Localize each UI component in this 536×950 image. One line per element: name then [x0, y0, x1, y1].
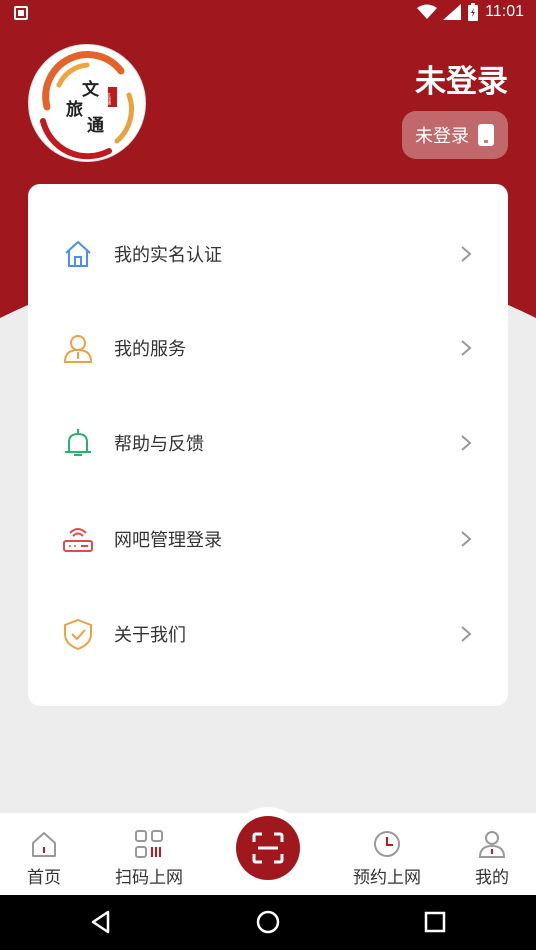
menu-label: 帮助与反馈 [114, 433, 204, 455]
tab-label: 首页 [27, 868, 61, 888]
chevron-right-icon [461, 625, 472, 642]
chevron-right-icon [461, 530, 472, 547]
scan-icon [252, 832, 284, 864]
phone-icon [478, 124, 494, 146]
menu-card: 我的实名认证 我的服务 帮助与反馈 网吧管理登录 关于我们 [28, 184, 508, 706]
chevron-right-icon [461, 434, 472, 451]
home-icon [65, 240, 91, 267]
login-button-label: 未登录 [415, 126, 469, 147]
wifi-icon [417, 4, 438, 19]
tab-label: 我的 [475, 868, 509, 888]
qr-icon [135, 830, 163, 858]
menu-item-my-services[interactable]: 我的服务 [28, 300, 508, 395]
system-nav-bar [0, 895, 536, 950]
shield-icon [64, 618, 92, 650]
app-logo: 文 旅 通 文旅通 [28, 44, 146, 162]
scan-button[interactable] [236, 816, 300, 880]
tab-label: 预约上网 [353, 868, 421, 888]
clock-icon [374, 831, 400, 857]
status-bar: 11:01 [0, 0, 536, 26]
home-button-icon[interactable] [255, 909, 281, 935]
house-icon [32, 832, 56, 857]
logo-seal: 文旅通 [107, 92, 112, 106]
chevron-right-icon [461, 339, 472, 356]
recents-icon[interactable] [422, 909, 448, 935]
menu-item-about-us[interactable]: 关于我们 [28, 586, 508, 681]
menu-label: 关于我们 [114, 624, 186, 646]
signal-icon [443, 4, 462, 20]
menu-label: 网吧管理登录 [114, 529, 222, 551]
bell-icon [65, 428, 91, 456]
tab-scan-online[interactable]: 扫码上网 [108, 813, 190, 895]
svg-text:通: 通 [87, 116, 104, 136]
menu-item-real-name[interactable]: 我的实名认证 [28, 206, 508, 301]
back-icon[interactable] [88, 909, 114, 935]
notification-icon [14, 6, 28, 20]
tab-home[interactable]: 首页 [18, 813, 70, 895]
svg-text:旅: 旅 [66, 99, 83, 120]
status-time: 11:01 [485, 3, 524, 20]
person-icon [478, 831, 506, 858]
user-icon [63, 334, 93, 363]
menu-item-cafe-admin-login[interactable]: 网吧管理登录 [28, 491, 508, 586]
menu-label: 我的实名认证 [114, 244, 222, 266]
svg-text:文: 文 [82, 79, 100, 100]
login-status-title: 未登录 [415, 64, 508, 100]
login-button[interactable]: 未登录 [402, 111, 508, 159]
tab-reserve-online[interactable]: 预约上网 [346, 813, 428, 895]
chevron-right-icon [461, 245, 472, 262]
tab-label: 扫码上网 [115, 868, 183, 888]
logo-swirl-icon: 文 旅 通 文旅通 [40, 51, 134, 160]
tab-mine[interactable]: 我的 [466, 813, 518, 895]
battery-icon [468, 3, 479, 21]
menu-label: 我的服务 [114, 338, 186, 360]
router-icon [63, 527, 93, 552]
status-icons: 11:01 [417, 3, 524, 21]
menu-item-help-feedback[interactable]: 帮助与反馈 [28, 395, 508, 490]
